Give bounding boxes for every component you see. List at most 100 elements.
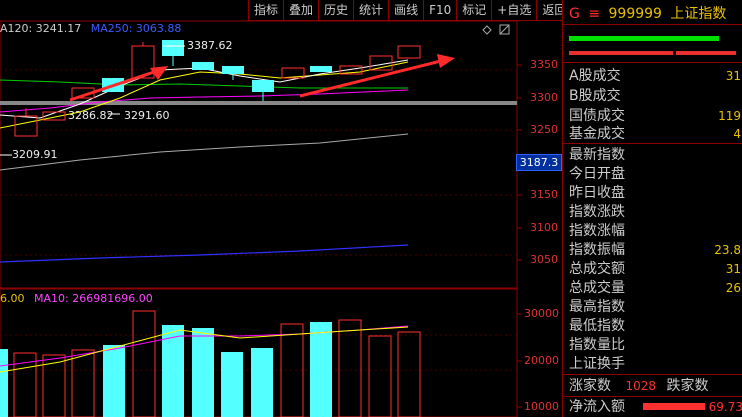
- volume-bar: [310, 322, 332, 417]
- stat-row: 指数振幅 23.8: [569, 240, 741, 260]
- decline-bar-left: [569, 51, 673, 55]
- price-axis-label: 3350: [530, 58, 558, 71]
- current-price-tag: 3187.3: [516, 154, 562, 171]
- statistics-button[interactable]: 统计: [353, 0, 389, 21]
- stock-header: G ≡ 999999 上证指数: [569, 3, 726, 23]
- volume-bar: [192, 328, 214, 417]
- candle: [14, 115, 38, 137]
- stat-value: 31: [725, 69, 741, 83]
- stat-value: 23.8: [714, 243, 741, 257]
- net-inflow-bar: [643, 403, 705, 410]
- index-info-panel: G ≡ 999999 上证指数 A股成交 31 B股成交 国债成交 119 基金成交…: [562, 0, 742, 417]
- stat-label: 指数振幅: [569, 242, 625, 258]
- stat-row: 今日开盘: [569, 164, 741, 184]
- f10-button[interactable]: F10: [423, 0, 457, 21]
- stat-value: 26: [725, 281, 741, 295]
- low-annotation: 3209.91: [12, 148, 58, 161]
- stat-label: 最高指数: [569, 299, 625, 315]
- price-axis-label: 3300: [530, 91, 558, 104]
- stat-row: 总成交量 26: [569, 278, 741, 298]
- stat-row: 最高指数: [569, 297, 741, 317]
- volume-bar: [251, 348, 273, 417]
- volume-bar: [221, 352, 243, 417]
- stat-row: 指数涨跌: [569, 202, 741, 222]
- volume-axis-label: 30000: [524, 307, 559, 320]
- ma10-line: [0, 61, 409, 129]
- add-watchlist-button[interactable]: +自选: [491, 0, 537, 21]
- diamond-icon[interactable]: [482, 25, 492, 35]
- net-inflow-label: 净流入额: [569, 399, 625, 415]
- draw-line-button[interactable]: 画线: [388, 0, 424, 21]
- stat-value: 31: [725, 262, 741, 276]
- chart-area: [0, 20, 522, 417]
- stat-label: 今日开盘: [569, 166, 625, 182]
- net-inflow-row: 净流入额 69.73: [569, 397, 742, 417]
- stat-row: 指数量比: [569, 335, 741, 355]
- stat-label: 最新指数: [569, 147, 625, 163]
- candle: [252, 80, 274, 92]
- volume-axis-label: 10000: [524, 400, 559, 413]
- ma120-line: [0, 133, 409, 171]
- stat-value: 4: [733, 127, 741, 141]
- price-axis-label: 3150: [530, 188, 558, 201]
- stat-row: 最新指数: [569, 145, 741, 165]
- volume-bar: [132, 310, 156, 417]
- candle: [310, 66, 332, 72]
- stat-row: 总成交额 31: [569, 259, 741, 279]
- decline-bar-right: [676, 51, 736, 55]
- stat-label: 国债成交: [569, 108, 625, 124]
- down-count-label: 跌家数: [666, 378, 709, 394]
- mark-button[interactable]: 标记: [456, 0, 492, 21]
- up-count-value: 1028: [625, 379, 656, 393]
- stat-label: 指数涨跌: [569, 204, 625, 220]
- stat-row: 昨日收盘: [569, 183, 741, 203]
- mid2-annotation: 3291.60: [124, 109, 170, 122]
- stat-label: B股成交: [569, 88, 621, 104]
- overlay-button[interactable]: 叠加: [283, 0, 319, 21]
- price-axis-label: 3100: [530, 221, 558, 234]
- divider: [563, 143, 742, 144]
- chart-toolbar: 指标 叠加 历史 统计 画线 F10 标记 +自选 返回: [248, 0, 572, 21]
- stat-row: 国债成交 119: [569, 106, 741, 126]
- stock-name: 上证指数: [670, 6, 727, 22]
- net-inflow-value: 69.73: [708, 400, 742, 414]
- vol-ma10-legend: MA10: 266981696.00: [34, 292, 153, 305]
- volume-bar: [368, 335, 392, 417]
- advance-bar: [569, 36, 719, 41]
- stock-code: 999999: [608, 6, 662, 22]
- mid-annotation: 3286.82: [68, 109, 114, 122]
- volume-legend: 6.00 MA10: 266981696.00: [0, 292, 153, 305]
- ma-legend: A120: 3241.17 MA250: 3063.88: [0, 22, 181, 35]
- menu-icon[interactable]: ≡: [588, 6, 600, 22]
- stat-row: 上证换手: [569, 354, 741, 374]
- history-button[interactable]: 历史: [318, 0, 354, 21]
- stat-row: B股成交: [569, 86, 741, 106]
- stat-label: 总成交额: [569, 261, 625, 277]
- volume-bar: [103, 345, 125, 417]
- trend-arrow-head: [437, 54, 455, 68]
- divider: [563, 62, 742, 63]
- candle: [192, 62, 214, 70]
- price-axis-label: 3250: [530, 123, 558, 136]
- price-axis-label: 3050: [530, 253, 558, 266]
- restore-icon-slash: [499, 24, 510, 35]
- stat-row: 指数涨幅: [569, 221, 741, 241]
- g-label: G: [569, 6, 580, 22]
- stat-label: A股成交: [569, 68, 621, 84]
- divider: [563, 24, 742, 25]
- stat-row: A股成交 31: [569, 66, 741, 86]
- trend-arrow: [299, 58, 446, 98]
- stat-value: 119: [718, 109, 741, 123]
- candle: [397, 45, 421, 59]
- stat-label: 指数涨幅: [569, 223, 625, 239]
- divider: [563, 374, 742, 375]
- candle: [222, 66, 244, 74]
- indicator-button[interactable]: 指标: [248, 0, 284, 21]
- stat-row: 基金成交 4: [569, 124, 741, 144]
- high-annotation: 3387.62: [187, 39, 233, 52]
- volume-bar: [71, 349, 95, 417]
- stat-label: 指数量比: [569, 337, 625, 353]
- ma250-legend: MA250: 3063.88: [90, 22, 182, 35]
- ma120-legend: A120: 3241.17: [0, 22, 82, 35]
- volume-axis-label: 20000: [524, 354, 559, 367]
